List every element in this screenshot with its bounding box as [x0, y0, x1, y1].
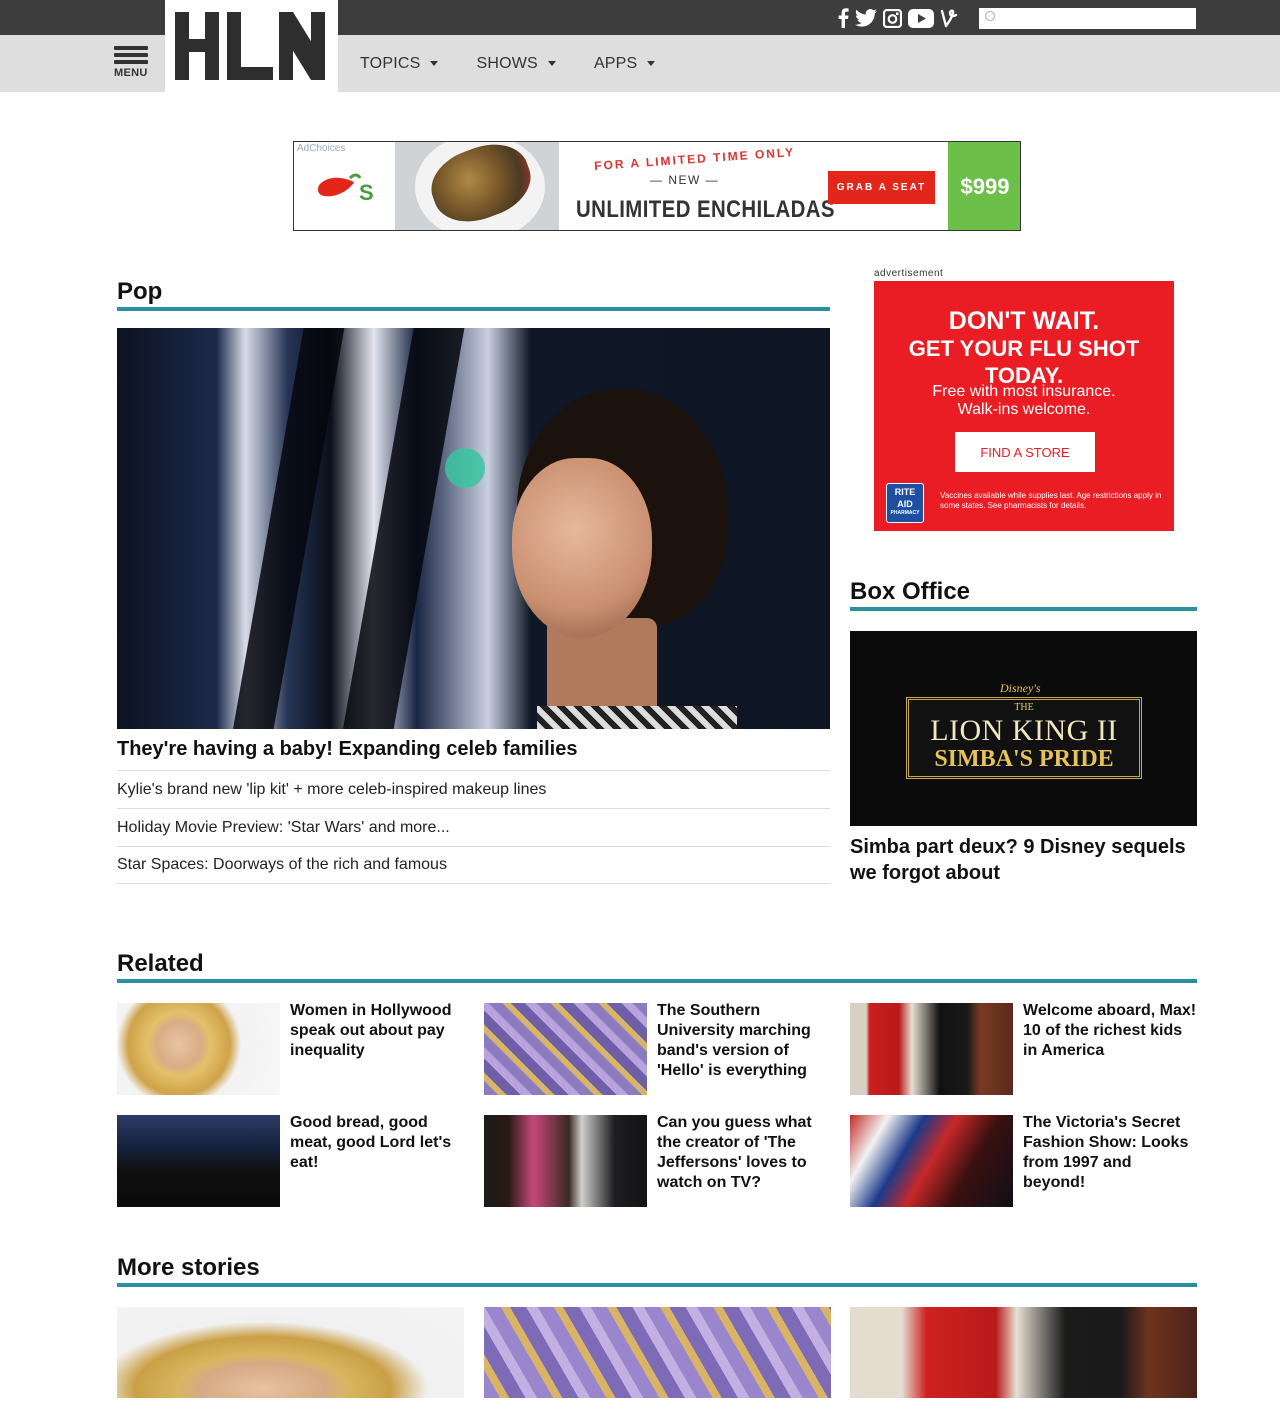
instagram-icon[interactable]: [883, 7, 902, 29]
related-thumbnail: [117, 1115, 280, 1207]
pop-hero-image[interactable]: [117, 328, 830, 729]
pop-link[interactable]: Kylie's brand new 'lip kit' + more celeb…: [117, 770, 830, 808]
poster-subtitle: SIMBA'S PRIDE: [934, 746, 1114, 772]
caret-down-icon: [547, 61, 556, 66]
related-title: Can you guess what the creator of 'The J…: [657, 1114, 812, 1191]
grab-a-seat-button[interactable]: GRAB A SEAT: [828, 171, 935, 204]
rite-aid-logo: RITE AID PHARMACY: [886, 483, 924, 523]
related-thumbnail: [484, 1115, 647, 1207]
ad-line: Free with most insurance.: [932, 383, 1116, 400]
pop-headline[interactable]: They're having a baby! Expanding celeb f…: [117, 738, 577, 761]
related-card[interactable]: Can you guess what the creator of 'The J…: [484, 1114, 831, 1207]
caret-down-icon: [647, 61, 656, 66]
caret-down-icon: [430, 61, 439, 66]
ad-new-text: — NEW —: [650, 173, 720, 187]
poster-title: LION KING II: [930, 714, 1118, 747]
nav-topics[interactable]: TOPICS: [360, 54, 439, 73]
related-section-title: Related: [117, 950, 204, 977]
ad-headline: UNLIMITED ENCHILADAS: [576, 196, 835, 223]
related-title: Good bread, good meat, good Lord let's e…: [290, 1114, 452, 1171]
rite-aid-ad[interactable]: DON'T WAIT. GET YOUR FLU SHOT TODAY. Fre…: [874, 281, 1174, 531]
related-card[interactable]: The Southern University marching band's …: [484, 1002, 831, 1095]
hln-logo-mark: [175, 12, 325, 80]
nav-apps[interactable]: APPS: [594, 55, 656, 73]
ad-price: $999: [948, 142, 1020, 230]
poster-the: THE: [1014, 702, 1034, 713]
nav-topics-label: TOPICS: [360, 54, 421, 72]
nav-apps-label: APPS: [593, 54, 638, 72]
pop-section-title: Pop: [117, 278, 163, 305]
ad-fine-print: Vaccines available while supplies last. …: [940, 491, 1162, 510]
advertisement-label: advertisement: [874, 268, 944, 279]
poster-frame: THE LION KING II SIMBA'S PRIDE: [906, 697, 1142, 779]
ad-line: GET YOUR FLU SHOT: [908, 336, 1140, 361]
more-story-image[interactable]: [484, 1307, 831, 1398]
related-title: Women in Hollywood speak out about pay i…: [290, 1002, 452, 1059]
more-story-image[interactable]: [850, 1307, 1197, 1398]
ad-line: DON'T WAIT.: [948, 307, 1100, 335]
nav-shows-label: SHOWS: [476, 54, 538, 72]
social-links: [838, 6, 958, 30]
more-stories-section-rule: [117, 1283, 1197, 1287]
related-card[interactable]: Welcome aboard, Max! 10 of the richest k…: [850, 1002, 1197, 1095]
related-title: The Victoria's Secret Fashion Show: Look…: [1023, 1114, 1189, 1191]
top-banner-ad[interactable]: AdChoices S FOR A LIMITED TIME ONLY — NE…: [293, 141, 1021, 231]
more-stories-section-title: More stories: [117, 1254, 260, 1281]
ad-line: Walk-ins welcome.: [957, 401, 1091, 418]
search-icon: [985, 11, 995, 21]
rite-aid-logo-bottom: AID: [897, 499, 913, 509]
pop-section-rule: [117, 307, 830, 311]
search-input[interactable]: [1001, 10, 1191, 27]
related-thumbnail: [850, 1003, 1013, 1095]
facebook-icon[interactable]: [838, 7, 849, 29]
related-title: The Southern University marching band's …: [657, 1002, 811, 1079]
ad-limited-text: FOR A LIMITED TIME ONLY: [593, 144, 796, 174]
hamburger-icon: [114, 44, 152, 64]
pop-link-list: Kylie's brand new 'lip kit' + more celeb…: [117, 770, 830, 884]
svg-text:S: S: [359, 180, 374, 204]
rite-aid-logo-top: RITE: [894, 487, 916, 497]
menu-button[interactable]: MENU: [114, 44, 152, 82]
hln-logo[interactable]: [165, 0, 338, 92]
related-card[interactable]: The Victoria's Secret Fashion Show: Look…: [850, 1114, 1197, 1207]
search-box[interactable]: [979, 8, 1196, 29]
related-thumbnail: [484, 1003, 647, 1095]
pop-link[interactable]: Holiday Movie Preview: 'Star Wars' and m…: [117, 808, 830, 846]
related-thumbnail: [117, 1003, 280, 1095]
menu-label: MENU: [114, 67, 148, 79]
lion-king-poster[interactable]: Disney's THE LION KING II SIMBA'S PRIDE: [850, 631, 1197, 826]
box-office-section-title: Box Office: [850, 578, 971, 605]
nav-shows[interactable]: SHOWS: [476, 54, 556, 73]
chilis-logo: S: [317, 173, 374, 204]
enchilada-photo: [395, 142, 559, 230]
related-thumbnail: [850, 1115, 1013, 1207]
related-card[interactable]: Good bread, good meat, good Lord let's e…: [117, 1114, 464, 1207]
primary-nav: TOPICS SHOWS APPS: [360, 35, 693, 92]
more-story-image[interactable]: [117, 1307, 464, 1398]
vine-icon[interactable]: [940, 7, 958, 29]
adchoices-label[interactable]: AdChoices: [297, 143, 345, 154]
related-title: Welcome aboard, Max! 10 of the richest k…: [1023, 1002, 1197, 1059]
find-a-store-button[interactable]: FIND A STORE: [955, 432, 1095, 472]
rite-aid-logo-sub: PHARMACY: [890, 510, 920, 516]
related-section-rule: [117, 979, 1197, 983]
youtube-icon[interactable]: [908, 7, 934, 29]
twitter-icon[interactable]: [855, 7, 877, 29]
pop-link[interactable]: Star Spaces: Doorways of the rich and fa…: [117, 846, 830, 884]
box-office-section-rule: [850, 607, 1197, 611]
poster-brand: Disney's: [1000, 681, 1041, 695]
box-office-headline[interactable]: Simba part deux? 9 Disney sequels we for…: [850, 834, 1197, 886]
related-card[interactable]: Women in Hollywood speak out about pay i…: [117, 1002, 464, 1095]
